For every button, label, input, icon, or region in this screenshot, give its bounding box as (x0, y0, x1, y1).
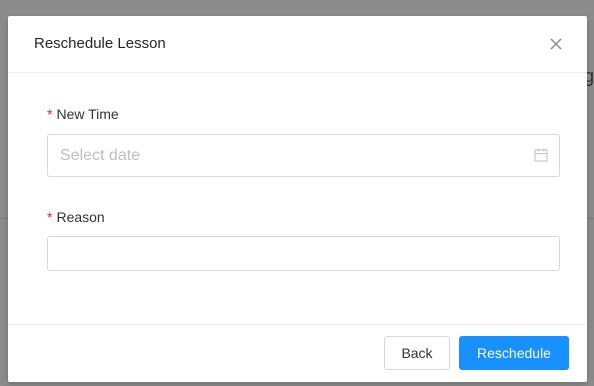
reason-label: * Reason (47, 209, 105, 225)
date-placeholder: Select date (60, 147, 141, 164)
modal-title: Reschedule Lesson (34, 35, 166, 52)
close-icon (546, 34, 566, 54)
new-time-date-picker[interactable]: Select date (47, 134, 560, 177)
close-button[interactable] (546, 34, 566, 54)
reason-label-text: Reason (56, 209, 105, 225)
modal-header: Reschedule Lesson (8, 16, 587, 73)
reason-input[interactable] (47, 236, 560, 271)
required-indicator: * (47, 209, 53, 225)
new-time-label-text: New Time (56, 106, 119, 122)
back-button[interactable]: Back (384, 336, 450, 370)
reschedule-lesson-modal: Reschedule Lesson * New Time Select date … (8, 16, 587, 382)
required-indicator: * (47, 106, 53, 122)
reschedule-button[interactable]: Reschedule (459, 336, 569, 370)
new-time-label: * New Time (47, 106, 119, 122)
calendar-icon (534, 148, 548, 162)
modal-footer: Back Reschedule (8, 324, 587, 382)
